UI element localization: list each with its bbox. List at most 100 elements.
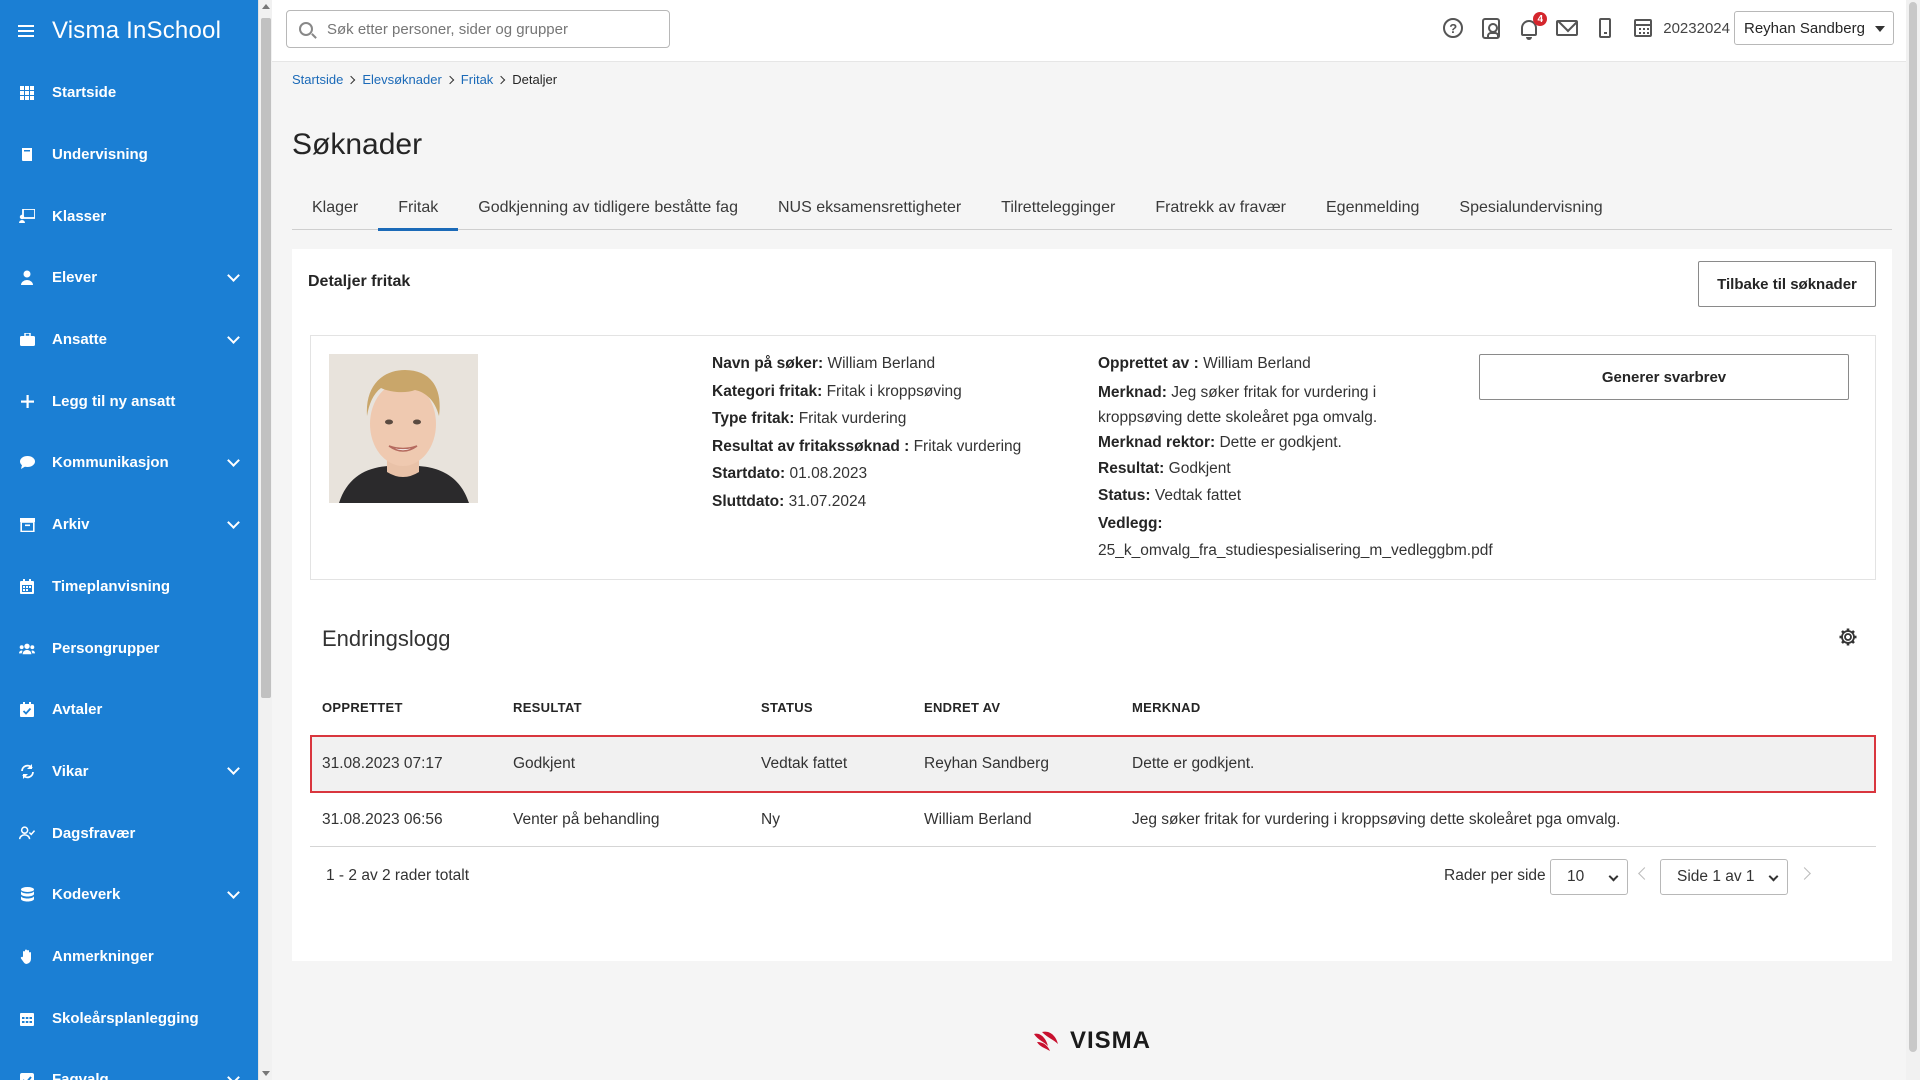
cell-result: Godkjent <box>513 754 576 772</box>
field-end-date: Sluttdato: 31.07.2024 <box>712 492 867 510</box>
sidebar-item-timeplanvisning[interactable]: Timeplanvisning <box>0 556 258 618</box>
field-type: Type fritak: Fritak vurdering <box>712 410 907 427</box>
page-select-value: Side 1 av 1 <box>1677 868 1755 885</box>
back-to-applications-button[interactable]: Tilbake til søknader <box>1698 261 1876 307</box>
menu-icon[interactable] <box>18 25 34 37</box>
column-header-note[interactable]: MERKNAD <box>1132 700 1876 715</box>
mail-icon[interactable] <box>1555 16 1579 40</box>
changelog-table: OPPRETTET RESULTAT STATUS ENDRET AV MERK… <box>310 679 1876 847</box>
sidebar-item-avtaler[interactable]: Avtaler <box>0 679 258 741</box>
tab-bar: Klager Fritak Godkjenning av tidligere b… <box>292 186 1892 231</box>
column-header-changed-by[interactable]: ENDRET AV <box>924 700 1132 715</box>
breadcrumb-elevsoknader[interactable]: Elevsøknader <box>362 72 441 87</box>
page-select[interactable]: Side 1 av 1 <box>1660 859 1788 895</box>
search-box[interactable] <box>286 10 670 48</box>
phone-icon[interactable] <box>1593 16 1617 40</box>
table-row[interactable]: 31.08.2023 07:17 Godkjent Vedtak fattet … <box>310 735 1876 793</box>
breadcrumb-startside[interactable]: Startside <box>292 72 343 87</box>
generate-reply-letter-button[interactable]: Generer svarbrev <box>1479 354 1849 400</box>
sidebar-item-vikar[interactable]: Vikar <box>0 741 258 803</box>
search-input[interactable] <box>327 20 647 38</box>
chevron-down-icon[interactable] <box>227 762 240 776</box>
tab-klager[interactable]: Klager <box>292 186 378 230</box>
sidebar-item-elever[interactable]: Elever <box>0 247 258 309</box>
scroll-down-arrow-icon[interactable] <box>262 1071 270 1076</box>
sidebar-item-ansatte[interactable]: Ansatte <box>0 309 258 371</box>
chevron-down-icon[interactable] <box>227 515 240 529</box>
contact-card-icon[interactable] <box>1479 16 1503 40</box>
chevron-down-icon[interactable] <box>227 454 240 467</box>
sidebar-item-arkiv[interactable]: Arkiv <box>0 494 258 556</box>
column-header-status[interactable]: STATUS <box>761 700 924 715</box>
page-scrollbar[interactable] <box>1906 0 1920 1080</box>
sidebar-item-dagsfravaer[interactable]: Dagsfravær <box>0 802 258 864</box>
scroll-up-arrow-icon[interactable] <box>262 4 270 9</box>
classroom-icon <box>19 208 35 224</box>
card-title: Detaljer fritak <box>308 273 411 290</box>
tab-nus-eksamensrettigheter[interactable]: NUS eksamensrettigheter <box>758 186 981 230</box>
sidebar-item-undervisning[interactable]: Undervisning <box>0 124 258 186</box>
previous-page-icon[interactable] <box>1638 867 1651 880</box>
next-page-icon[interactable] <box>1798 867 1811 880</box>
sidebar-item-fagvalg[interactable]: Fagvalg <box>0 1049 258 1080</box>
sidebar: Visma InSchool Startside Undervisning Kl… <box>0 0 258 1080</box>
tab-fritak[interactable]: Fritak <box>378 186 459 231</box>
chat-icon <box>19 455 35 471</box>
tab-spesialundervisning[interactable]: Spesialundervisning <box>1439 186 1622 230</box>
details-left-column: Navn på søker: William Berland Kategori … <box>712 350 1072 515</box>
field-applicant-name: Navn på søker: William Berland <box>712 355 936 372</box>
sidebar-item-startside[interactable]: Startside <box>0 62 258 124</box>
details-card: Detaljer fritak Tilbake til søknader Nav… <box>292 249 1892 961</box>
user-menu[interactable]: Reyhan Sandberg <box>1734 11 1894 45</box>
sidebar-item-klasser[interactable]: Klasser <box>0 185 258 247</box>
sidebar-scrollbar[interactable] <box>258 0 272 1080</box>
column-header-created[interactable]: OPPRETTET <box>310 700 513 715</box>
calendar-icon[interactable] <box>1631 16 1655 40</box>
sidebar-item-anmerkninger[interactable]: Anmerkninger <box>0 926 258 988</box>
chevron-down-icon[interactable] <box>227 330 240 344</box>
visma-logo-icon <box>1034 1031 1058 1051</box>
chevron-down-icon[interactable] <box>227 269 240 282</box>
sidebar-item-kommunikasjon[interactable]: Kommunikasjon <box>0 432 258 494</box>
chevron-right-icon <box>497 75 506 84</box>
applicant-photo <box>329 354 478 503</box>
caret-down-icon <box>1875 26 1885 32</box>
sidebar-item-skolearsplanlegging[interactable]: Skoleårsplanlegging <box>0 987 258 1049</box>
rows-per-page-select[interactable]: 10 <box>1550 859 1628 895</box>
sync-icon <box>19 763 35 779</box>
tab-godkjenning[interactable]: Godkjenning av tidligere beståtte fag <box>458 186 758 230</box>
chevron-right-icon <box>445 75 455 84</box>
briefcase-icon <box>19 332 35 348</box>
attachment-link[interactable]: 25_k_omvalg_fra_studiespesialisering_m_v… <box>1098 537 1518 565</box>
scrollbar-thumb[interactable] <box>1909 2 1917 1052</box>
plus-icon <box>19 393 35 409</box>
field-note: Merknad: Jeg søker fritak for vurdering … <box>1098 383 1378 426</box>
help-icon[interactable]: ? <box>1441 16 1465 40</box>
cell-note: Dette er godkjent. <box>1132 754 1255 772</box>
tab-tilrettelegginger[interactable]: Tilrettelegginger <box>981 186 1135 230</box>
school-year[interactable]: 20232024 <box>1663 20 1730 37</box>
top-icons: ? 4 20232024 <box>1427 0 1730 56</box>
page-title: Søknader <box>292 128 423 161</box>
sidebar-item-kodeverk[interactable]: Kodeverk <box>0 864 258 926</box>
archive-icon <box>19 517 35 533</box>
tab-fratrekk-av-fravaer[interactable]: Fratrekk av fravær <box>1135 186 1306 230</box>
bell-icon[interactable]: 4 <box>1517 12 1548 40</box>
hand-icon <box>19 948 35 964</box>
visma-logo: VISMA <box>1032 1027 1151 1055</box>
rows-total: 1 - 2 av 2 rader totalt <box>326 867 470 884</box>
breadcrumb-fritak[interactable]: Fritak <box>461 72 494 87</box>
sidebar-item-persongrupper[interactable]: Persongrupper <box>0 617 258 679</box>
visma-logo-text: VISMA <box>1070 1027 1152 1054</box>
table-row[interactable]: 31.08.2023 06:56 Venter på behandling Ny… <box>310 793 1876 847</box>
database-icon <box>19 887 35 903</box>
tab-egenmelding[interactable]: Egenmelding <box>1306 186 1439 230</box>
app-title[interactable]: Visma InSchool <box>52 17 221 45</box>
cell-created: 31.08.2023 07:17 <box>322 754 443 772</box>
column-header-result[interactable]: RESULTAT <box>513 700 761 715</box>
chevron-down-icon[interactable] <box>227 1070 240 1080</box>
sidebar-item-legg-til-ny-ansatt[interactable]: Legg til ny ansatt <box>0 370 258 432</box>
gear-icon[interactable] <box>1838 627 1858 647</box>
chevron-down-icon[interactable] <box>227 885 240 899</box>
scrollbar-thumb[interactable] <box>261 18 271 698</box>
